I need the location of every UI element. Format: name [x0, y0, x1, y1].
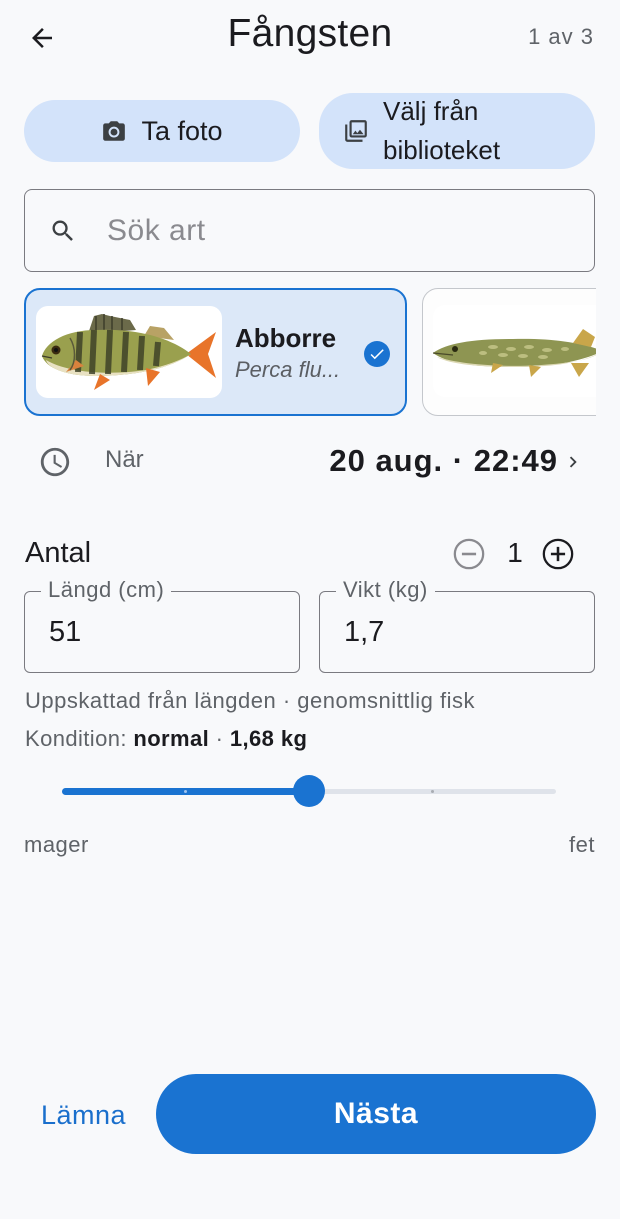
take-photo-label: Ta foto: [141, 115, 223, 146]
photo-library-icon: [345, 120, 367, 142]
condition-state: normal: [133, 726, 210, 751]
choose-library-label: Välj från biblioteket: [383, 92, 500, 170]
slider-max-label: fet: [569, 832, 595, 857]
check-circle-icon: [364, 341, 390, 367]
species-name: Abborre: [235, 323, 337, 353]
species-search[interactable]: [24, 189, 595, 272]
search-icon: [52, 220, 73, 241]
length-field[interactable]: Längd (cm): [24, 577, 300, 673]
condition-separator: ·: [215, 726, 224, 751]
species-latin-name: Perca flu...: [235, 357, 341, 382]
leave-button[interactable]: Lämna: [41, 1100, 126, 1131]
take-photo-button[interactable]: Ta foto: [24, 100, 300, 162]
species-carousel[interactable]: Abborre Perca flu...: [24, 288, 596, 418]
length-input[interactable]: [49, 616, 269, 649]
choose-library-button[interactable]: Välj från biblioteket: [319, 93, 595, 169]
minus-circle-icon: [453, 538, 485, 570]
when-datetime-button[interactable]: 20 aug. · 22:49: [329, 443, 558, 479]
when-label: När: [105, 446, 144, 473]
estimate-hint: Uppskattad från längden · genomsnittlig …: [25, 688, 476, 713]
perch-image: [36, 306, 222, 398]
camera-icon: [103, 121, 126, 141]
chevron-right-icon[interactable]: [562, 449, 584, 480]
species-card-gadda[interactable]: [422, 288, 596, 416]
condition-text: Kondition: normal · 1,68 kg: [25, 726, 307, 752]
condition-prefix: Kondition:: [25, 726, 127, 751]
species-card-abborre[interactable]: Abborre Perca flu...: [24, 288, 407, 416]
pike-image: [433, 305, 596, 397]
condition-slider-thumb[interactable]: [293, 775, 325, 807]
slider-tick: [431, 790, 434, 793]
weight-label: Vikt (kg): [336, 577, 435, 603]
choose-library-label-line1: Välj från: [383, 96, 479, 126]
slider-min-label: mager: [24, 832, 89, 857]
step-indicator: 1 av 3: [528, 24, 594, 49]
count-value: 1: [507, 537, 523, 568]
slider-tick: [184, 790, 187, 793]
plus-circle-icon: [542, 538, 574, 570]
decrement-button[interactable]: [452, 537, 486, 576]
search-input[interactable]: [107, 213, 547, 248]
choose-library-label-line2: biblioteket: [383, 135, 501, 165]
weight-input[interactable]: [344, 616, 564, 649]
length-label: Längd (cm): [41, 577, 172, 603]
weight-field[interactable]: Vikt (kg): [319, 577, 595, 673]
increment-button[interactable]: [541, 537, 575, 576]
count-label: Antal: [25, 537, 92, 569]
page-title: Fångsten: [227, 12, 393, 55]
condition-weight: 1,68 kg: [229, 726, 308, 751]
next-button[interactable]: Nästa: [156, 1074, 596, 1154]
clock-icon: [38, 445, 72, 484]
